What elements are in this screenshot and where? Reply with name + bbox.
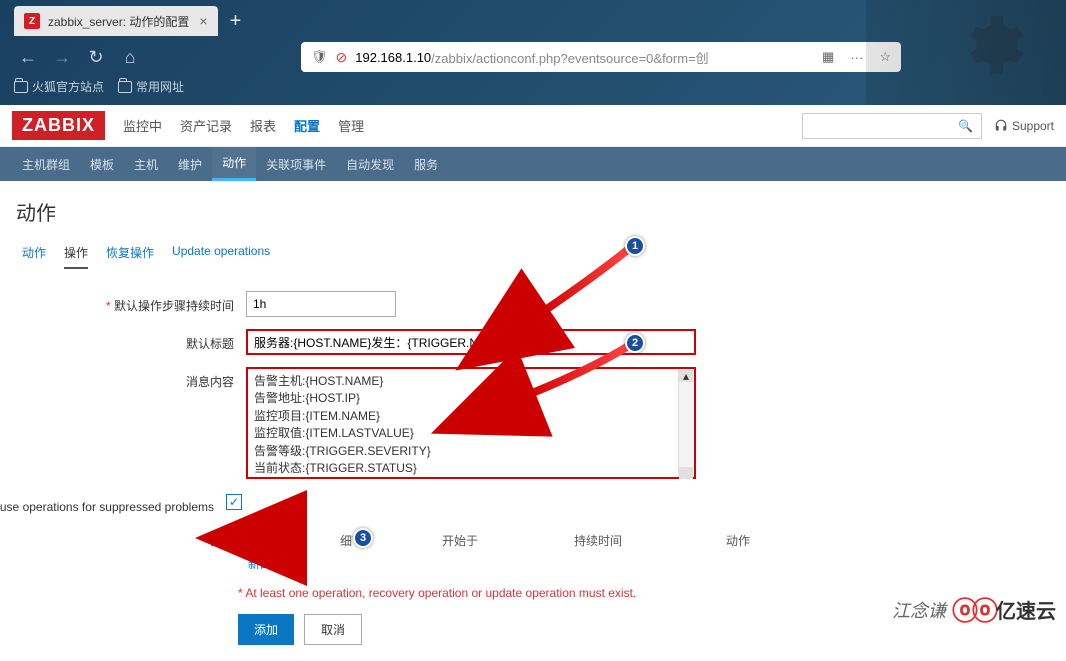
zabbix-header: ZABBIX 监控中 资产记录 报表 配置 管理 🔍 Support: [0, 105, 1066, 147]
page-title: 动作: [16, 197, 1050, 226]
label-duration: 默认操作步骤持续时间: [114, 299, 234, 313]
qr-icon[interactable]: ▦: [822, 49, 834, 65]
watermark-logo: ⓞⓞ亿速云: [952, 591, 1056, 628]
col-action: 动作: [726, 528, 764, 553]
subnav-actions[interactable]: 动作: [212, 147, 256, 181]
col-duration: 持续时间: [574, 528, 724, 553]
duration-input[interactable]: [246, 291, 396, 317]
folder-icon: [118, 81, 132, 93]
browser-tab[interactable]: Z zabbix_server: 动作的配置 ×: [14, 6, 218, 36]
goto-home-button[interactable]: ⌂: [116, 43, 144, 71]
url-bar[interactable]: 🛡 ⊘ 192.168.1.10/zabbix/actionconf.php?e…: [301, 42, 901, 72]
url-path: /zabbix/actionconf.php?eventsource=0&for…: [431, 48, 709, 67]
url-host: 192.168.1.10: [355, 50, 431, 65]
subnav-templates[interactable]: 模板: [80, 147, 124, 181]
folder-icon: [14, 81, 28, 93]
gear-decor: [956, 10, 1026, 80]
menu-monitoring[interactable]: 监控中: [123, 116, 162, 135]
top-menu: 监控中 资产记录 报表 配置 管理: [123, 116, 364, 135]
form-tabs: 动作 操作 恢复操作 Update operations: [16, 244, 1050, 269]
menu-inventory[interactable]: 资产记录: [180, 116, 232, 135]
annotation-badge-3: 3: [353, 528, 373, 548]
tab-update-ops[interactable]: Update operations: [172, 244, 270, 269]
back-button[interactable]: ←: [14, 43, 42, 71]
zabbix-logo[interactable]: ZABBIX: [12, 111, 105, 140]
tab-operation[interactable]: 操作: [64, 244, 88, 269]
annotation-badge-2: 2: [625, 333, 645, 353]
search-icon: 🔍: [958, 119, 973, 133]
blocked-icon: ⊘: [336, 49, 348, 66]
tab-recovery[interactable]: 恢复操作: [106, 244, 154, 269]
scroll-down-icon[interactable]: [679, 467, 693, 479]
tab-title: zabbix_server: 动作的配置: [48, 13, 189, 30]
label-pause: Pause operations for suppressed problems: [0, 500, 214, 514]
watermark: 江念谦 ⓞⓞ亿速云: [892, 591, 1056, 628]
subnav-discovery[interactable]: 自动发现: [336, 147, 404, 181]
headset-icon: [994, 119, 1008, 133]
tab-action[interactable]: 动作: [22, 244, 46, 269]
subnav-maintenance[interactable]: 维护: [168, 147, 212, 181]
pause-checkbox[interactable]: ✓: [226, 494, 242, 510]
col-step: 步骤: [248, 528, 338, 553]
new-operation-link[interactable]: 新的: [248, 557, 272, 571]
subnav-services[interactable]: 服务: [404, 147, 448, 181]
menu-configuration[interactable]: 配置: [294, 116, 320, 135]
page-body: 动作 动作 操作 恢复操作 Update operations * 默认操作步骤…: [0, 181, 1066, 661]
annotation-badge-1: 1: [625, 236, 645, 256]
scrollbar[interactable]: [678, 369, 694, 477]
label-message: 消息内容: [186, 375, 234, 389]
subnav-correlation[interactable]: 关联项事件: [256, 147, 336, 181]
scroll-up-icon[interactable]: ▴: [679, 370, 693, 382]
forward-button[interactable]: →: [48, 43, 76, 71]
message-textarea[interactable]: [246, 367, 696, 479]
table-header-row: 步骤 细节 开始于 持续时间 动作: [248, 528, 764, 553]
tab-close-icon[interactable]: ×: [189, 13, 207, 29]
bookmark-common[interactable]: 常用网址: [118, 78, 184, 95]
subnav-hosts[interactable]: 主机: [124, 147, 168, 181]
operations-table: 步骤 细节 开始于 持续时间 动作 新的: [246, 526, 766, 574]
bookmark-firefox[interactable]: 火狐官方站点: [14, 78, 104, 95]
label-subject: 默认标题: [186, 337, 234, 351]
add-button[interactable]: 添加: [238, 614, 294, 645]
tab-favicon: Z: [24, 13, 40, 29]
browser-chrome: Z zabbix_server: 动作的配置 × + ← → ↻ ⌂ 🛡 ⊘ 1…: [0, 0, 1066, 105]
menu-reports[interactable]: 报表: [250, 116, 276, 135]
subnav-hostgroups[interactable]: 主机群组: [12, 147, 80, 181]
support-link[interactable]: Support: [994, 119, 1054, 133]
reload-button[interactable]: ↻: [82, 43, 110, 71]
new-tab-button[interactable]: +: [218, 10, 254, 33]
watermark-name: 江念谦: [892, 597, 946, 623]
menu-administration[interactable]: 管理: [338, 116, 364, 135]
cancel-button[interactable]: 取消: [304, 614, 362, 645]
search-input[interactable]: 🔍: [802, 113, 982, 139]
more-icon[interactable]: ···: [850, 50, 863, 65]
col-start: 开始于: [442, 528, 572, 553]
shield-icon: 🛡: [311, 49, 328, 65]
label-operations: 操作: [210, 534, 234, 548]
sub-nav: 主机群组 模板 主机 维护 动作 关联项事件 自动发现 服务: [0, 147, 1066, 181]
